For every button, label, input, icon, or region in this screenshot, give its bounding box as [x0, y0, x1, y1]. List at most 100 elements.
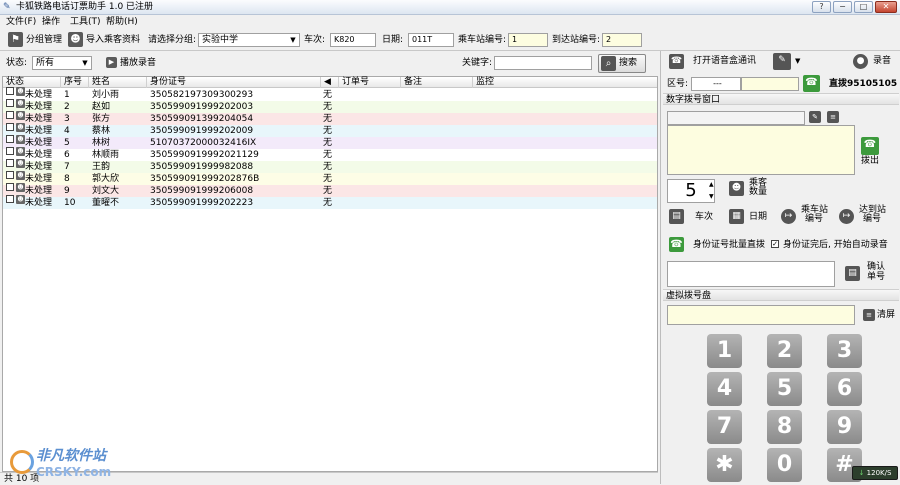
- confirm-order-field[interactable]: [667, 261, 835, 287]
- close-button[interactable]: ✕: [875, 1, 897, 13]
- record-icon[interactable]: ●: [853, 54, 868, 69]
- maximize-button[interactable]: □: [854, 1, 873, 13]
- col-speaker[interactable]: ◀: [321, 77, 339, 88]
- edit-icon[interactable]: ✎: [809, 111, 821, 123]
- key-9[interactable]: 9: [827, 410, 862, 444]
- col-id[interactable]: 身份证号: [147, 77, 321, 88]
- chevron-down-icon[interactable]: ▼: [795, 54, 800, 68]
- table-row[interactable]: ☻ 未处理 8 郭大欣 350599091999202876B 无: [3, 171, 657, 185]
- id-cell: 350599091399204054: [150, 114, 254, 124]
- calendar-icon[interactable]: ▦: [729, 209, 744, 224]
- confirm-icon[interactable]: ▤: [845, 266, 860, 281]
- col-note[interactable]: 备注: [401, 77, 473, 88]
- key-3[interactable]: 3: [827, 334, 862, 368]
- menu-help[interactable]: 帮助(H): [106, 16, 138, 28]
- key-6[interactable]: 6: [827, 372, 862, 406]
- count-down-icon[interactable]: ▼: [709, 191, 714, 203]
- group-select[interactable]: 实验中学 ▼: [198, 33, 300, 47]
- call-out-icon[interactable]: ☎: [861, 137, 879, 155]
- arrive-station-field[interactable]: 2: [602, 33, 642, 47]
- menu-bar: 文件(F) 操作 工具(T) 帮助(H): [0, 15, 900, 29]
- help-button[interactable]: ?: [812, 1, 831, 13]
- group-manage-button[interactable]: ⚑ 分组管理: [8, 31, 62, 49]
- board-station-icon[interactable]: ↦: [781, 209, 796, 224]
- phone-field[interactable]: [741, 77, 799, 91]
- search-button[interactable]: ⌕ 搜索: [598, 54, 646, 73]
- play-record-button[interactable]: ▶ 播放录音: [106, 54, 156, 72]
- confirm-label-1[interactable]: 确认: [867, 262, 885, 272]
- table-row[interactable]: ☻ 未处理 6 林顺雨 3505990919992021129 无: [3, 147, 657, 161]
- menu-file[interactable]: 文件(F): [6, 16, 36, 28]
- arrive-station-button-2[interactable]: 编号: [863, 215, 881, 224]
- key-2[interactable]: 2: [767, 334, 802, 368]
- date-button[interactable]: 日期: [749, 210, 767, 224]
- menu-operate[interactable]: 操作: [42, 16, 60, 28]
- flag-cell: 无: [323, 186, 333, 196]
- name-cell: 赵如: [92, 102, 111, 112]
- date-field[interactable]: 011T: [408, 33, 454, 47]
- flag-cell: 无: [323, 102, 333, 112]
- menu-tools[interactable]: 工具(T): [70, 16, 101, 28]
- watermark-line1: 非凡软件站: [36, 448, 106, 464]
- date-label: 日期:: [382, 35, 404, 45]
- id-cell: 51070372000032416IX: [150, 138, 257, 148]
- watermark: 非凡软件站 CRSKY.com: [10, 446, 140, 482]
- virtual-pad-section: 虚拟拨号盘: [663, 289, 899, 301]
- col-name[interactable]: 姓名: [89, 77, 147, 88]
- arrive-station-icon[interactable]: ↦: [839, 209, 854, 224]
- key-star[interactable]: ✱: [707, 448, 742, 482]
- digital-dial-display[interactable]: [667, 111, 805, 125]
- open-voice-button[interactable]: 打开语音盒通讯: [693, 54, 756, 68]
- count-up-icon[interactable]: ▲: [709, 179, 714, 191]
- record-button[interactable]: 录音: [873, 54, 891, 68]
- clear-button[interactable]: 清屏: [877, 308, 895, 322]
- area-field[interactable]: ---: [691, 77, 741, 91]
- import-passengers-label: 导入乘客资料: [86, 35, 141, 45]
- no-cell: 10: [64, 198, 76, 208]
- name-cell: 张方: [92, 114, 111, 124]
- list-icon[interactable]: ≡: [827, 111, 839, 123]
- import-passengers-button[interactable]: ☻ 导入乘客资料: [68, 31, 140, 49]
- table-row[interactable]: ☻ 未处理 3 张方 350599091399204054 无: [3, 111, 657, 125]
- col-no[interactable]: 序号: [61, 77, 89, 88]
- table-row[interactable]: ☻ 未处理 1 刘小雨 350582197309300293 无: [3, 87, 657, 101]
- call-out-label[interactable]: 拨出: [861, 154, 879, 168]
- table-row[interactable]: ☻ 未处理 4 蔡林 350599091999202009 无: [3, 123, 657, 137]
- auto-record-checkbox[interactable]: ✓: [771, 238, 779, 252]
- dial-phone-icon[interactable]: ☎: [803, 75, 820, 92]
- chevron-down-icon: ▼: [82, 59, 88, 67]
- passenger-count-field[interactable]: 5: [667, 179, 715, 203]
- minimize-button[interactable]: −: [833, 1, 852, 13]
- train-button[interactable]: 车次: [695, 210, 713, 224]
- table-row[interactable]: ☻ 未处理 2 赵如 350599091999202003 无: [3, 99, 657, 113]
- key-4[interactable]: 4: [707, 372, 742, 406]
- key-1[interactable]: 1: [707, 334, 742, 368]
- board-station-button-2[interactable]: 编号: [805, 215, 823, 224]
- table-row[interactable]: ☻ 未处理 9 刘文大 350599091999206008 无: [3, 183, 657, 197]
- clear-icon[interactable]: ≡: [863, 309, 875, 321]
- id-cell: 350599091999202223: [150, 198, 254, 208]
- key-5[interactable]: 5: [767, 372, 802, 406]
- batch-dial-icon[interactable]: ☎: [669, 237, 684, 252]
- search-label: 搜索: [619, 58, 638, 68]
- flag-cell: 无: [323, 150, 333, 160]
- app-icon: ✎: [3, 2, 11, 12]
- key-7[interactable]: 7: [707, 410, 742, 444]
- board-station-field[interactable]: 1: [508, 33, 548, 47]
- table-row[interactable]: ☻ 未处理 7 王韵 350599091999982088 无: [3, 159, 657, 173]
- virtual-pad-display[interactable]: [667, 305, 855, 325]
- train-icon[interactable]: ▤: [669, 209, 684, 224]
- key-0[interactable]: 0: [767, 448, 802, 482]
- batch-dial-button[interactable]: 身份证号批量直拨: [693, 238, 765, 252]
- train-field[interactable]: K820: [330, 33, 376, 47]
- table-row[interactable]: ☻ 未处理 5 林树 51070372000032416IX 无: [3, 135, 657, 149]
- col-order[interactable]: 订单号: [339, 77, 401, 88]
- dial-text-area[interactable]: [667, 125, 855, 175]
- wrench-icon[interactable]: ✎: [773, 53, 791, 70]
- confirm-label-2[interactable]: 单号: [867, 272, 885, 282]
- col-monitor[interactable]: 监控: [473, 77, 657, 88]
- keyword-input[interactable]: [494, 56, 592, 70]
- table-row[interactable]: ☻ 未处理 10 董曜不 350599091999202223 无: [3, 195, 657, 209]
- key-8[interactable]: 8: [767, 410, 802, 444]
- status-select[interactable]: 所有 ▼: [32, 56, 92, 70]
